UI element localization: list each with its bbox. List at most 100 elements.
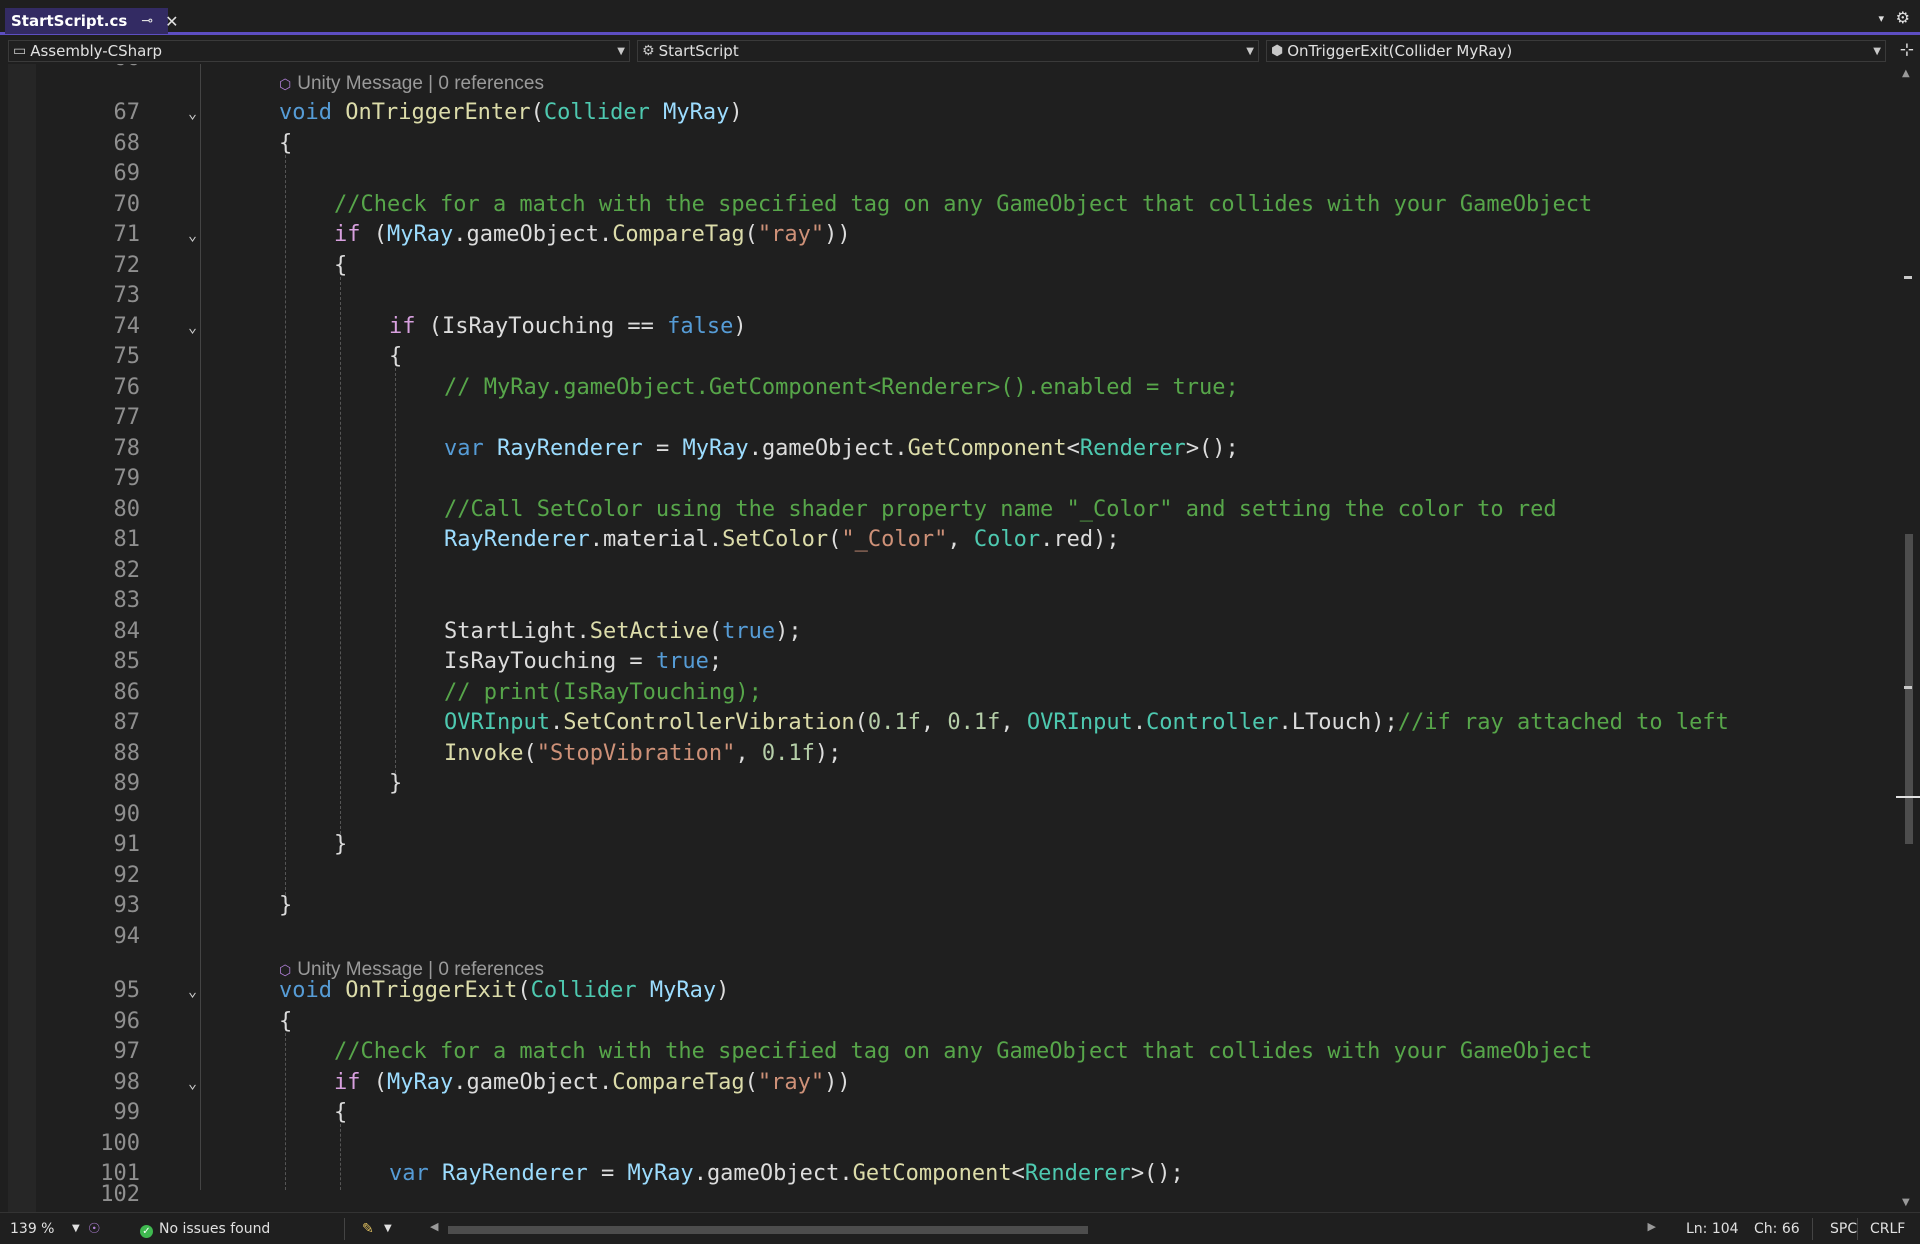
- line-number: 78: [113, 435, 141, 461]
- code-token: SetActive: [589, 618, 709, 644]
- line-indicator[interactable]: Ln: 104: [1686, 1221, 1739, 1237]
- code-text[interactable]: Invoke("StopVibration", 0.1f);: [444, 739, 841, 770]
- split-editor-icon[interactable]: ⊹: [1900, 40, 1914, 60]
- code-text[interactable]: if (MyRay.gameObject.CompareTag("ray")): [334, 1068, 851, 1099]
- code-token: ,: [920, 710, 948, 735]
- code-token: .: [708, 527, 723, 552]
- scroll-right-icon[interactable]: ▶: [1648, 1220, 1656, 1233]
- code-text[interactable]: if (MyRay.gameObject.CompareTag("ray")): [334, 220, 851, 251]
- code-token: void: [279, 978, 332, 1003]
- code-line: 80 //Call SetColor using the shader prope…: [0, 495, 1890, 526]
- indent-guide: [285, 154, 286, 895]
- tab-strip: StartScript.cs ⊸ ✕ ▾ ⚙: [0, 0, 1920, 35]
- scroll-up-icon[interactable]: ▲: [1902, 68, 1910, 79]
- horizontal-scroll-thumb[interactable]: [448, 1226, 1088, 1234]
- code-editor[interactable]: 66 ⬡ Unity Message | 0 references 67 ⌄ void O…: [0, 64, 1920, 1212]
- code-token: ,: [735, 740, 762, 766]
- cleanup-icon[interactable]: ✎: [362, 1221, 374, 1237]
- whitespace-indicator[interactable]: SPC: [1830, 1221, 1857, 1237]
- code-token: Invoke: [444, 740, 524, 766]
- caret-position-marker: [1896, 796, 1920, 798]
- close-icon[interactable]: ✕: [165, 12, 178, 31]
- line-ending-indicator[interactable]: CRLF: [1870, 1221, 1905, 1237]
- horizontal-scrollbar[interactable]: ◀ ▶: [428, 1219, 1658, 1239]
- zoom-level[interactable]: 139 %: [10, 1221, 54, 1237]
- code-text[interactable]: // MyRay.gameObject.GetComponent<Rendere…: [444, 373, 1239, 404]
- status-bar: 139 % ▼ ☉ ✓ No issues found ✎ ▼ ◀ ▶ Ln: 1…: [0, 1212, 1920, 1244]
- code-text[interactable]: }: [279, 891, 292, 922]
- code-token: MyRay: [387, 1069, 454, 1095]
- navigation-bar: ▭ Assembly-CSharp ▼ ⚙ StartScript ▼ ⬢ On…: [0, 38, 1920, 64]
- code-token: MyRay: [649, 978, 717, 1003]
- gear-icon[interactable]: ⚙: [1896, 8, 1910, 27]
- line-number: 76: [113, 374, 141, 400]
- code-token: StartLight: [444, 618, 577, 644]
- code-text[interactable]: void OnTriggerEnter(Collider MyRay): [279, 98, 743, 129]
- code-text[interactable]: //Call SetColor using the shader propert…: [444, 495, 1557, 526]
- line-number: 81: [113, 527, 141, 552]
- chevron-down-icon[interactable]: ▼: [72, 1223, 80, 1234]
- chevron-down-icon[interactable]: ⌄: [188, 220, 197, 251]
- line-number: 70: [113, 191, 141, 217]
- code-line: 100: [0, 1129, 1890, 1160]
- code-line: 69: [0, 159, 1890, 190]
- code-token: material: [602, 527, 709, 552]
- line-number: 89: [113, 771, 141, 796]
- column-indicator[interactable]: Ch: 66: [1754, 1221, 1800, 1237]
- code-token: ,: [947, 527, 974, 552]
- code-line: 91}: [0, 830, 1890, 861]
- line-number: 100: [100, 1130, 140, 1156]
- line-number: 82: [113, 557, 141, 583]
- tab-startscript[interactable]: StartScript.cs ⊸ ✕: [5, 8, 178, 34]
- pin-icon[interactable]: ⊸: [141, 13, 153, 29]
- code-token: OVRInput: [1026, 710, 1133, 735]
- code-token: MyRay: [682, 435, 749, 461]
- indent-guide: [200, 64, 201, 1190]
- line-number: 80: [113, 496, 141, 522]
- code-token: IsRayTouching: [444, 649, 617, 674]
- code-text[interactable]: //Check for a match with the specified t…: [334, 1037, 1592, 1068]
- codelens[interactable]: ⬡ Unity Message | 0 references: [279, 70, 544, 98]
- code-token: )): [824, 222, 851, 247]
- chevron-down-icon[interactable]: ▼: [384, 1223, 392, 1234]
- code-text[interactable]: // print(IsRayTouching);: [444, 678, 762, 709]
- code-token: 0.1f: [761, 740, 815, 766]
- issues-text: No issues found: [159, 1221, 271, 1237]
- code-token: {: [334, 252, 348, 278]
- code-token: false: [667, 313, 734, 339]
- scroll-left-icon[interactable]: ◀: [430, 1220, 438, 1233]
- code-token: 0.1f: [867, 710, 921, 735]
- line-number: 66: [60, 64, 141, 75]
- class-icon: ⚙: [642, 43, 655, 59]
- chevron-down-icon[interactable]: ▾: [1878, 12, 1884, 25]
- code-token: Collider: [543, 100, 650, 125]
- class-dropdown[interactable]: ⚙ StartScript ▼: [637, 40, 1259, 62]
- code-text[interactable]: if (IsRayTouching == false): [389, 312, 747, 343]
- indent-guide: [285, 1032, 286, 1190]
- code-token: "ray": [757, 1069, 825, 1095]
- code-text[interactable]: //Check for a match with the specified t…: [334, 190, 1592, 221]
- chevron-down-icon[interactable]: ⌄: [188, 976, 197, 1007]
- code-token: (: [744, 1069, 758, 1095]
- code-text[interactable]: OVRInput.SetControllerVibration(0.1f, 0.…: [444, 708, 1729, 739]
- code-text[interactable]: RayRenderer.material.SetColor("_Color", …: [444, 525, 1120, 556]
- chevron-down-icon[interactable]: ⌄: [188, 1068, 197, 1099]
- chevron-down-icon[interactable]: ⌄: [188, 312, 197, 343]
- code-token: gameObject: [466, 222, 599, 247]
- code-text[interactable]: var RayRenderer = MyRay.gameObject.GetCo…: [444, 434, 1239, 465]
- project-dropdown[interactable]: ▭ Assembly-CSharp ▼: [8, 40, 630, 62]
- code-line: 98 ⌄ if (MyRay.gameObject.CompareTag("ray"…: [0, 1068, 1890, 1099]
- member-dropdown[interactable]: ⬢ OnTriggerExit(Collider MyRay) ▼: [1266, 40, 1886, 62]
- code-text[interactable]: void OnTriggerExit(Collider MyRay): [279, 976, 729, 1007]
- indent-guide: [395, 368, 396, 773]
- issues-indicator[interactable]: ✓ No issues found: [140, 1221, 270, 1238]
- copilot-icon[interactable]: ☉: [88, 1221, 101, 1237]
- scroll-down-icon[interactable]: ▼: [1902, 1197, 1910, 1208]
- method-icon: ⬢: [1271, 43, 1284, 59]
- code-text[interactable]: IsRayTouching = true;: [444, 647, 722, 678]
- chevron-down-icon[interactable]: ⌄: [188, 98, 197, 129]
- vertical-scrollbar[interactable]: ▲ ▼: [1896, 64, 1920, 1212]
- code-text[interactable]: }: [389, 769, 402, 800]
- code-text[interactable]: StartLight.SetActive(true);: [444, 617, 802, 648]
- code-text[interactable]: }: [334, 830, 347, 861]
